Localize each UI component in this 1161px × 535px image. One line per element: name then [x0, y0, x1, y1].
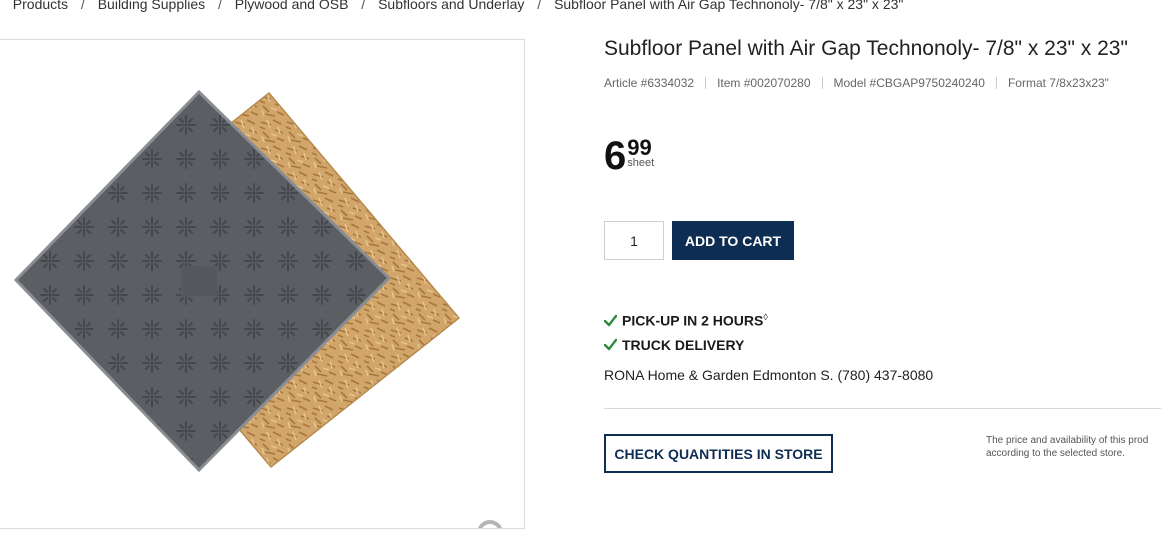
meta-divider	[705, 77, 707, 89]
pickup-option: PICK-UP IN 2 HOURS◊	[604, 308, 768, 330]
pickup-label: PICK-UP IN 2 HOURS	[622, 312, 764, 329]
price-cents: 99	[627, 135, 652, 160]
model-number: Model #CBGAP9750240240	[833, 76, 985, 90]
checkmark-icon	[604, 314, 617, 326]
checkmark-icon	[604, 338, 617, 351]
breadcrumb-separator: /	[361, 0, 366, 12]
format-spec: Format 7/8x23x23"	[1007, 76, 1109, 90]
product-title: Subfloor Panel with Air Gap Technonoly- …	[604, 37, 1128, 60]
disclaimer-line-2: according to the selected store.	[986, 448, 1125, 459]
breadcrumb-separator: /	[537, 0, 542, 12]
meta-divider	[821, 77, 823, 89]
price-cents-group: 99 sheet	[627, 134, 654, 169]
product-image-container[interactable]	[0, 39, 525, 529]
product-meta: Article #6334032 Item #002070280 Model #CB…	[604, 75, 1109, 91]
meta-divider	[995, 77, 997, 89]
price-disclaimer: The price and availability of this prod …	[986, 434, 1161, 460]
delivery-label: TRUCK DELIVERY	[622, 337, 745, 353]
pickup-footnote-mark: ◊	[763, 312, 768, 322]
disclaimer-line-1: The price and availability of this prod	[986, 435, 1149, 446]
breadcrumb-separator: /	[80, 0, 85, 12]
breadcrumb-subfloors-underlay[interactable]: Subfloors and Underlay	[378, 0, 524, 12]
divider	[604, 408, 1161, 409]
breadcrumb-current: Subfloor Panel with Air Gap Technonoly- …	[554, 0, 904, 12]
breadcrumb-building-supplies[interactable]: Building Supplies	[98, 0, 205, 12]
price-unit: sheet	[627, 157, 655, 169]
delivery-option: TRUCK DELIVERY	[604, 336, 744, 354]
price-dollars: 6	[604, 134, 627, 178]
item-number: Item #002070280	[717, 76, 811, 90]
breadcrumb: / Products / Building Supplies / Plywood…	[0, 0, 904, 14]
price: 6 99 sheet	[604, 134, 654, 178]
breadcrumb-products[interactable]: Products	[13, 0, 68, 12]
article-number: Article #6334032	[604, 76, 695, 90]
subfloor-panel-image	[13, 89, 461, 473]
selected-store[interactable]: RONA Home & Garden Edmonton S. (780) 437…	[604, 366, 933, 384]
add-to-cart-button[interactable]: ADD TO CART	[672, 221, 794, 260]
breadcrumb-plywood-osb[interactable]: Plywood and OSB	[235, 0, 349, 12]
quantity-input[interactable]	[604, 221, 664, 260]
check-quantities-button[interactable]: CHECK QUANTITIES IN STORE	[604, 434, 833, 473]
breadcrumb-separator: /	[218, 0, 222, 12]
magnifier-icon[interactable]	[474, 517, 514, 529]
